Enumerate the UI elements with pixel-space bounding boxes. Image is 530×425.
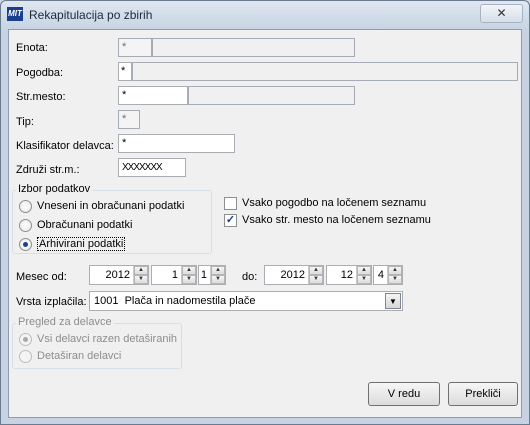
od-month-up-icon[interactable]: ▲ [182, 266, 196, 275]
do-day-down-icon[interactable]: ▼ [388, 275, 402, 284]
od-year-up-icon[interactable]: ▲ [134, 266, 148, 275]
vrsta-label: Vrsta izplačila: [16, 296, 87, 308]
enota-code-field: * [118, 38, 152, 57]
cancel-button[interactable]: Prekliči [448, 382, 518, 406]
do-month-value: 12 [340, 269, 353, 281]
od-year-spinner[interactable]: 2012 ▲ ▼ [89, 265, 149, 285]
klasifikator-label: Klasifikator delavca: [16, 140, 114, 152]
check-pogodba-label: Vsako pogodbo na ločenem seznamu [242, 197, 427, 209]
ok-button[interactable]: V redu [368, 382, 440, 406]
do-month-spinner[interactable]: 12 ▲ ▼ [326, 265, 372, 285]
mesec-od-label: Mesec od: [16, 271, 67, 283]
dialog-body: Enota: * Pogodba: * Str.mesto: * Tip: * … [8, 29, 522, 418]
od-day-value: 1 [200, 269, 207, 281]
radio-vneseni-label: Vneseni in obračunani podatki [37, 200, 185, 212]
radio-detasirani-dot [19, 349, 32, 363]
od-day-spinner[interactable]: 1 ▲ ▼ [198, 265, 226, 285]
klasifikator-field[interactable]: * [118, 134, 235, 153]
enota-name-field [152, 38, 355, 57]
radio-obracunani-dot[interactable] [19, 218, 32, 232]
vrsta-value: 1001 Plača in nadomestila plače [94, 295, 256, 307]
radio-arhivirani-label: Arhivirani podatki [37, 237, 126, 251]
window-title: Rekapitulacija po zbirih [29, 8, 153, 22]
close-button[interactable]: ✕ [480, 4, 523, 23]
radio-obracunani[interactable]: Obračunani podatki [19, 217, 132, 233]
strmesto-label: Str.mesto: [16, 91, 66, 103]
check-strmesto-box[interactable]: ✓ [224, 213, 237, 227]
radio-arhivirani[interactable]: Arhivirani podatki [19, 236, 126, 252]
do-year-up-icon[interactable]: ▲ [309, 266, 323, 275]
radio-vsi-delavci: Vsi delavci razen detaširanih [19, 331, 177, 347]
od-month-down-icon[interactable]: ▼ [182, 275, 196, 284]
pogodba-code-field[interactable]: * [118, 62, 132, 81]
do-year-down-icon[interactable]: ▼ [309, 275, 323, 284]
od-month-spinner[interactable]: 1 ▲ ▼ [151, 265, 197, 285]
tip-field: * [118, 110, 140, 129]
od-year-down-icon[interactable]: ▼ [134, 275, 148, 284]
check-pogodba-box[interactable] [224, 196, 237, 210]
tip-label: Tip: [16, 116, 34, 128]
do-year-spinner[interactable]: 2012 ▲ ▼ [264, 265, 324, 285]
do-day-value: 4 [377, 269, 384, 281]
strmesto-name-field [188, 86, 355, 105]
check-strmesto[interactable]: ✓ Vsako str. mesto na ločenem seznamu [224, 212, 431, 228]
do-month-down-icon[interactable]: ▼ [357, 275, 371, 284]
check-pogodba[interactable]: Vsako pogodbo na ločenem seznamu [224, 195, 426, 211]
radio-vneseni-dot[interactable] [19, 199, 32, 213]
do-day-spinner[interactable]: 4 ▲ ▼ [373, 265, 403, 285]
radio-detasirani: Detaširan delavci [19, 348, 121, 364]
pogodba-name-field [132, 62, 518, 81]
radio-vsi-delavci-dot [19, 332, 32, 346]
od-day-up-icon[interactable]: ▲ [211, 266, 225, 275]
od-year-value: 2012 [105, 269, 130, 281]
app-logo-icon: MIT [7, 7, 23, 21]
pogodba-label: Pogodba: [16, 67, 64, 79]
pregled-title: Pregled za delavce [16, 316, 114, 328]
dialog-window: MIT Rekapitulacija po zbirih ✕ Enota: * … [0, 0, 530, 425]
zdruzi-field[interactable]: XXXXXXX [118, 158, 186, 177]
od-month-value: 1 [171, 269, 178, 281]
mesec-do-label: do: [242, 271, 258, 283]
check-strmesto-label: Vsako str. mesto na ločenem seznamu [242, 214, 431, 226]
vrsta-select[interactable]: 1001 Plača in nadomestila plače ▼ [89, 291, 403, 311]
od-day-down-icon[interactable]: ▼ [211, 275, 225, 284]
izbor-title: Izbor podatkov [16, 183, 93, 195]
title-bar[interactable]: MIT Rekapitulacija po zbirih ✕ [1, 1, 529, 29]
strmesto-code-field[interactable]: * [118, 86, 188, 105]
do-year-value: 2012 [280, 269, 305, 281]
do-month-up-icon[interactable]: ▲ [357, 266, 371, 275]
zdruzi-label: Združi str.m.: [16, 164, 80, 176]
chevron-down-icon[interactable]: ▼ [385, 293, 401, 309]
radio-vneseni[interactable]: Vneseni in obračunani podatki [19, 198, 184, 214]
do-day-up-icon[interactable]: ▲ [388, 266, 402, 275]
radio-detasirani-label: Detaširan delavci [37, 350, 122, 362]
radio-arhivirani-dot[interactable] [19, 237, 32, 251]
radio-vsi-delavci-label: Vsi delavci razen detaširanih [37, 333, 178, 345]
radio-obracunani-label: Obračunani podatki [37, 219, 133, 231]
enota-label: Enota: [16, 42, 48, 54]
